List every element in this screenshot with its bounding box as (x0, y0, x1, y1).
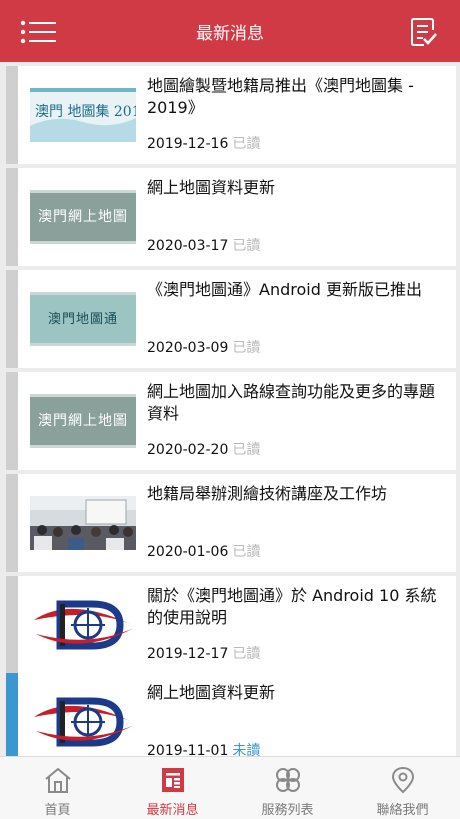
news-meta: 2020-03-17 已讀 (147, 235, 260, 255)
svg-text:澳門 地圖集 2019: 澳門 地圖集 2019 (35, 103, 136, 120)
news-thumbnail: 澳門地圖通 (30, 292, 136, 346)
thumbnail-stripe (30, 343, 136, 346)
news-item[interactable]: 地籍局舉辦測繪技術講座及工作坊 2020-01-06 已讀 (6, 474, 456, 572)
thumbnail-stripe (30, 394, 136, 397)
tab-label: 最新消息 (146, 803, 199, 818)
tab-news[interactable]: 最新消息 (115, 757, 230, 819)
location-pin-icon (391, 766, 415, 794)
news-thumbnail (30, 695, 136, 749)
thumbnail-stripe (30, 292, 136, 295)
tab-services[interactable]: 服務列表 (230, 757, 345, 819)
news-item[interactable]: 澳門網上地圖 網上地圖資料更新 2020-03-17 已讀 (6, 168, 456, 266)
news-title: 地圖繪製暨地籍局推出《澳門地圖集 - 2019》 (147, 76, 414, 117)
read-status: 已讀 (232, 238, 261, 254)
news-title: 網上地圖資料更新 (147, 683, 276, 702)
news-item[interactable]: 關於《澳門地圖通》於 Android 10 系統的使用說明 2019-12-17… (6, 576, 456, 674)
thumbnail-stripe (30, 445, 136, 448)
news-date: 2019-12-16 (147, 136, 229, 152)
news-title: 關於《澳門地圖通》於 Android 10 系統的使用說明 (147, 586, 437, 627)
atlas-cover-image: 澳門 地圖集 2019 (30, 88, 136, 142)
news-date: 2020-03-17 (147, 238, 229, 254)
read-status: 已讀 (232, 442, 261, 458)
news-thumbnail (30, 496, 136, 550)
read-status: 已讀 (232, 544, 261, 560)
read-status: 已讀 (232, 136, 261, 152)
news-date: 2020-01-06 (147, 544, 229, 560)
read-status: 已讀 (232, 646, 261, 662)
news-date: 2019-12-17 (147, 646, 229, 662)
news-thumbnail: 澳門網上地圖 (30, 190, 136, 244)
thumbnail-stripe (30, 241, 136, 244)
thumbnail-text: 澳門地圖通 (47, 312, 118, 327)
checklist-icon[interactable] (409, 17, 439, 47)
thumbnail-text: 澳門網上地圖 (38, 413, 128, 429)
tab-label: 服務列表 (261, 803, 314, 818)
news-thumbnail (30, 598, 136, 652)
news-meta: 2019-12-16 已讀 (147, 133, 260, 153)
bottom-tab-bar: 首頁 最新消息 服務列表 聯絡我們 (0, 756, 460, 819)
news-title: 《澳門地圖通》Android 更新版已推出 (147, 280, 422, 299)
news-item[interactable]: 澳門地圖通 《澳門地圖通》Android 更新版已推出 2020-03-09 已讀 (6, 270, 456, 368)
home-icon (45, 767, 71, 793)
news-item[interactable]: 網上地圖資料更新 2019-11-01 未讀 (6, 673, 456, 756)
news-meta: 2019-12-17 已讀 (147, 643, 260, 663)
tab-label: 首頁 (44, 803, 71, 818)
news-item[interactable]: 澳門 地圖集 2019 地圖繪製暨地籍局推出《澳門地圖集 - 2019》 201… (6, 66, 456, 164)
agency-logo-icon (34, 697, 134, 747)
newspaper-icon (162, 768, 184, 792)
news-thumbnail: 澳門網上地圖 (30, 394, 136, 448)
thumbnail-text: 澳門網上地圖 (38, 209, 128, 225)
tab-contact[interactable]: 聯絡我們 (345, 757, 460, 819)
seminar-photo (30, 496, 136, 550)
news-title: 網上地圖資料更新 (147, 178, 276, 197)
tab-label: 聯絡我們 (376, 803, 429, 818)
read-status: 未讀 (232, 743, 261, 756)
app-header: 最新消息 (0, 0, 460, 62)
news-date: 2020-02-20 (147, 442, 229, 458)
news-thumbnail: 澳門 地圖集 2019 (30, 88, 136, 142)
news-meta: 2020-02-20 已讀 (147, 439, 260, 459)
news-list[interactable]: 澳門 地圖集 2019 地圖繪製暨地籍局推出《澳門地圖集 - 2019》 201… (0, 62, 460, 756)
services-grid-icon (276, 768, 300, 792)
news-item[interactable]: 澳門網上地圖 網上地圖加入路線查詢功能及更多的專題資料 2020-02-20 已讀 (6, 372, 456, 470)
news-meta: 2020-03-09 已讀 (147, 337, 260, 357)
agency-logo-icon (34, 600, 134, 650)
tab-home[interactable]: 首頁 (0, 757, 115, 819)
thumbnail-stripe (30, 190, 136, 193)
page-title: 最新消息 (196, 24, 264, 44)
news-date: 2020-03-09 (147, 340, 229, 356)
news-meta: 2019-11-01 未讀 (147, 740, 260, 756)
news-title: 地籍局舉辦測繪技術講座及工作坊 (147, 484, 388, 503)
news-date: 2019-11-01 (147, 743, 229, 756)
news-title: 網上地圖加入路線查詢功能及更多的專題資料 (147, 382, 436, 423)
news-meta: 2020-01-06 已讀 (147, 541, 260, 561)
read-status: 已讀 (232, 340, 261, 356)
